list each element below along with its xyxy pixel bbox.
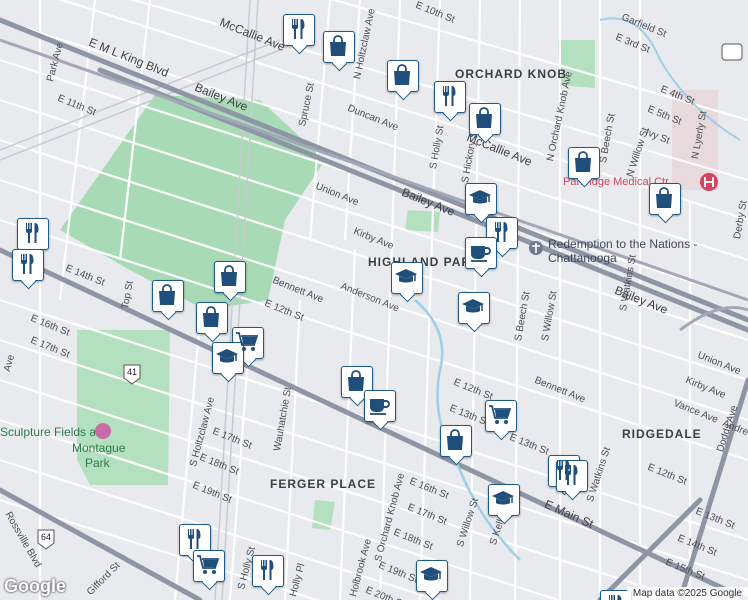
restaurant-icon: [292, 19, 305, 39]
map-marker-school[interactable]: [488, 484, 520, 522]
shopping-cart-icon: [489, 405, 512, 424]
map-marker-restaurant[interactable]: [12, 249, 44, 287]
map-marker-shopping-bag[interactable]: [214, 261, 246, 299]
school-icon: [469, 190, 491, 204]
restaurant-icon: [495, 222, 508, 242]
google-logo: Google: [4, 576, 66, 596]
shopping-bag-icon: [221, 265, 237, 286]
restaurant-icon: [443, 86, 456, 106]
map-marker-shopping-bag[interactable]: [323, 31, 355, 69]
neighborhood-highland-park: HIGHLAND PARK: [368, 255, 481, 269]
shopping-bag-icon: [394, 64, 410, 85]
shopping-bag-icon: [656, 187, 672, 208]
map-marker-shopping-bag[interactable]: [440, 425, 472, 463]
school-icon: [492, 491, 514, 505]
neighborhood-ridgedale: RIDGEDALE: [622, 427, 702, 441]
map-marker-shopping-bag[interactable]: [196, 302, 228, 340]
shopping-bag-icon: [203, 306, 219, 327]
restaurant-icon: [609, 595, 622, 600]
shopping-bag-icon: [330, 35, 346, 56]
map-marker-cafe[interactable]: [364, 390, 396, 428]
map-marker-restaurant[interactable]: [252, 555, 284, 593]
park-label-line2: Montague: [72, 441, 126, 455]
map-marker-shopping-cart[interactable]: [193, 550, 225, 588]
route-17-shield: [721, 43, 743, 61]
map-attribution: Map data ©2025 Google: [626, 587, 748, 600]
school-icon: [216, 349, 238, 363]
shopping-bag-icon: [348, 370, 364, 391]
map-marker-school[interactable]: [391, 262, 423, 300]
neighborhood-ferger-place: FERGER PLACE: [270, 477, 377, 491]
map-marker-restaurant[interactable]: [556, 460, 588, 498]
restaurant-icon: [21, 254, 34, 274]
cafe-icon: [471, 246, 491, 262]
map-marker-shopping-bag[interactable]: [387, 60, 419, 98]
school-icon: [462, 299, 484, 313]
park-area-small: [405, 210, 440, 232]
restaurant-icon: [261, 560, 274, 580]
map-marker-restaurant[interactable]: [283, 14, 315, 52]
map-marker-school[interactable]: [416, 560, 448, 598]
shopping-bag-icon: [159, 284, 175, 305]
map-marker-school[interactable]: [458, 292, 490, 330]
school-icon: [420, 567, 442, 581]
map-marker-restaurant[interactable]: [434, 81, 466, 119]
shopping-bag-icon: [575, 151, 591, 172]
church-label[interactable]: Redemption to the Nations - Chattanooga: [548, 237, 698, 265]
map-marker-shopping-bag[interactable]: [152, 280, 184, 318]
map-marker-shopping-bag[interactable]: [568, 147, 600, 185]
park-label-line3: Park: [85, 456, 110, 470]
restaurant-icon: [188, 529, 201, 549]
map-marker-shopping-cart[interactable]: [485, 400, 517, 438]
route-label-64: 64: [41, 532, 52, 542]
map-marker-shopping-bag[interactable]: [469, 103, 501, 141]
map-marker-shopping-bag[interactable]: [649, 183, 681, 221]
map-canvas[interactable]: ORCHARD KNOB HIGHLAND PARK RIDGEDALE FER…: [0, 0, 748, 600]
route-label-41: 41: [127, 367, 138, 377]
neighborhood-orchard-knob: ORCHARD KNOB: [455, 67, 567, 81]
park-poi-icon: [95, 423, 111, 439]
map-marker-school[interactable]: [465, 183, 497, 221]
shopping-bag-icon: [447, 429, 463, 450]
shopping-bag-icon: [476, 107, 492, 128]
restaurant-icon: [565, 465, 578, 485]
park-label[interactable]: Sculpture Fields at Montague Park: [0, 425, 95, 439]
restaurant-icon: [26, 223, 39, 243]
school-icon: [395, 269, 417, 283]
cafe-icon: [370, 399, 390, 415]
shopping-cart-icon: [197, 555, 220, 574]
